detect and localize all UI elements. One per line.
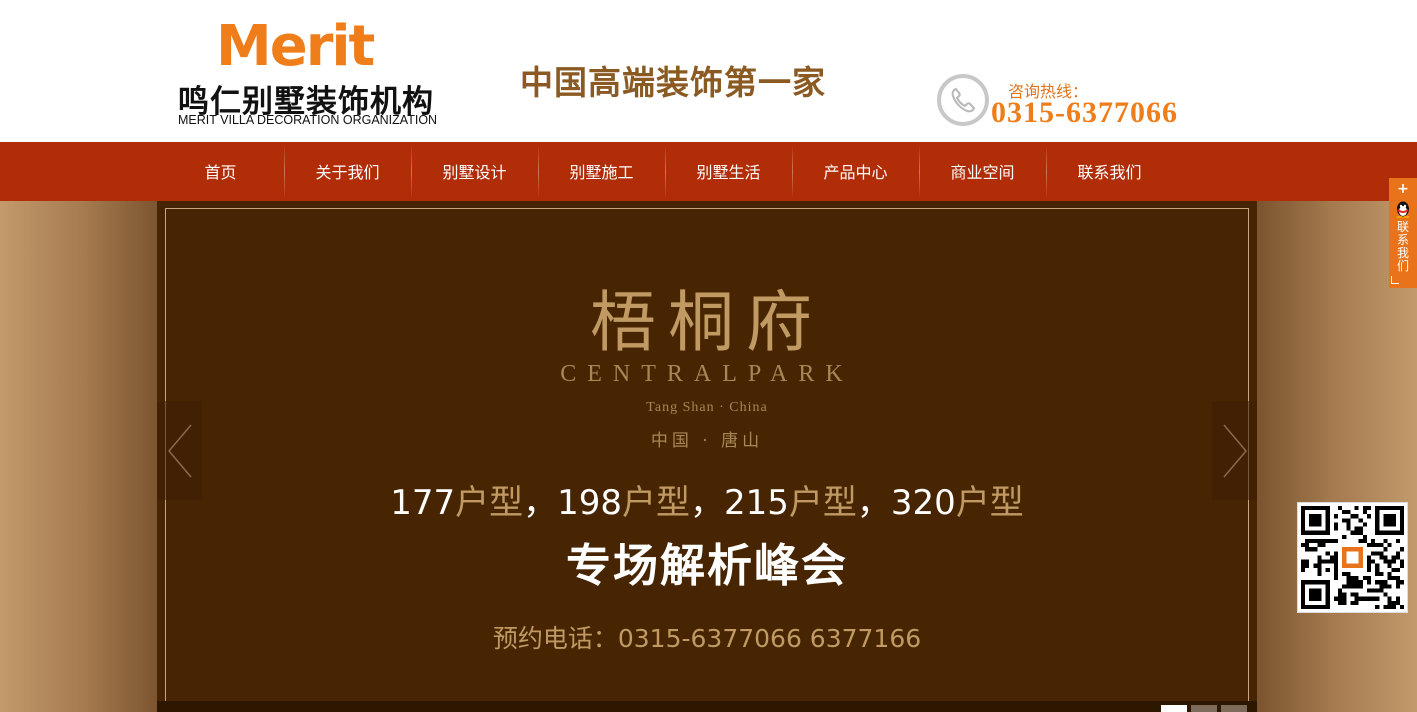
banner-slide[interactable]: 梧桐府 CENTRALPARK Tang Shan · China 中国 · 唐…	[157, 201, 1257, 712]
slide-contact: 预约电话：0315-6377066 6377166	[492, 624, 922, 653]
prev-slide-button[interactable]	[157, 401, 202, 500]
float-contact-button[interactable]: + 联系我们	[1389, 178, 1417, 288]
nav-item-5[interactable]: 别墅生活	[665, 142, 792, 201]
phone-icon	[937, 74, 989, 126]
slide-bottom-bar	[157, 701, 1257, 712]
unit-type-number: 177	[390, 483, 456, 523]
nav-item-6[interactable]: 产品中心	[792, 142, 919, 201]
slide-dot-1[interactable]	[1161, 705, 1187, 712]
nav-item-1[interactable]: 首页	[157, 142, 284, 201]
qr-code-image	[1301, 506, 1404, 609]
slide-location-en: Tang Shan · China	[646, 400, 768, 415]
hotline-number: 0315-6377066	[991, 96, 1178, 129]
slide-location-cn: 中国 · 唐山	[650, 431, 764, 451]
chevron-left-icon	[168, 424, 192, 478]
site-header: Merit 鸣仁别墅装饰机构 MERIT VILLA DECORATION OR…	[0, 0, 1417, 142]
unit-type-number: 215	[724, 483, 789, 523]
nav-item-4[interactable]: 别墅施工	[538, 142, 665, 201]
unit-type-separator: ，	[856, 483, 891, 523]
nav-list: 首页 关于我们 别墅设计 别墅施工 别墅生活 产品中心 商业空间 联系我们	[157, 142, 1173, 201]
unit-type-label: 户型	[622, 483, 690, 523]
resize-corner-icon	[1391, 276, 1399, 284]
slide-dot-3[interactable]	[1221, 705, 1247, 712]
main-nav: 首页 关于我们 别墅设计 别墅施工 别墅生活 产品中心 商业空间 联系我们	[0, 142, 1417, 201]
qr-code	[1297, 502, 1408, 613]
nav-item-3[interactable]: 别墅设计	[411, 142, 538, 201]
unit-type-number: 198	[557, 483, 622, 523]
slide-unit-types: 177户型，198户型，215户型，320户型	[157, 475, 1257, 524]
nav-item-8[interactable]: 联系我们	[1046, 142, 1173, 201]
slide-title-cn: 梧桐府	[590, 284, 824, 361]
logo-brand: Merit	[216, 14, 375, 79]
slide-pagination	[1161, 705, 1247, 712]
float-contact-label: 联系我们	[1396, 220, 1409, 273]
nav-item-7[interactable]: 商业空间	[919, 142, 1046, 201]
chevron-right-icon	[1223, 424, 1247, 478]
unit-type-label: 户型	[955, 483, 1024, 523]
logo-english-name: MERIT VILLA DECORATION ORGANIZATION	[178, 113, 438, 127]
unit-type-separator: ，	[523, 483, 558, 523]
qq-penguin-icon	[1396, 201, 1410, 218]
unit-type-label: 户型	[455, 483, 524, 523]
unit-type-label: 户型	[788, 483, 857, 523]
nav-item-2[interactable]: 关于我们	[284, 142, 411, 201]
unit-type-number: 320	[890, 483, 956, 523]
next-slide-button[interactable]	[1212, 401, 1257, 500]
slide-title-en: CENTRALPARK	[560, 361, 854, 387]
site-logo[interactable]: Merit 鸣仁别墅装饰机构 MERIT VILLA DECORATION OR…	[178, 18, 458, 130]
slide-dot-2[interactable]	[1191, 705, 1217, 712]
unit-type-separator: ，	[690, 483, 724, 523]
plus-icon: +	[1397, 181, 1409, 197]
slide-event-title: 专场解析峰会	[565, 539, 848, 592]
slogan: 中国高端装饰第一家	[520, 63, 826, 102]
